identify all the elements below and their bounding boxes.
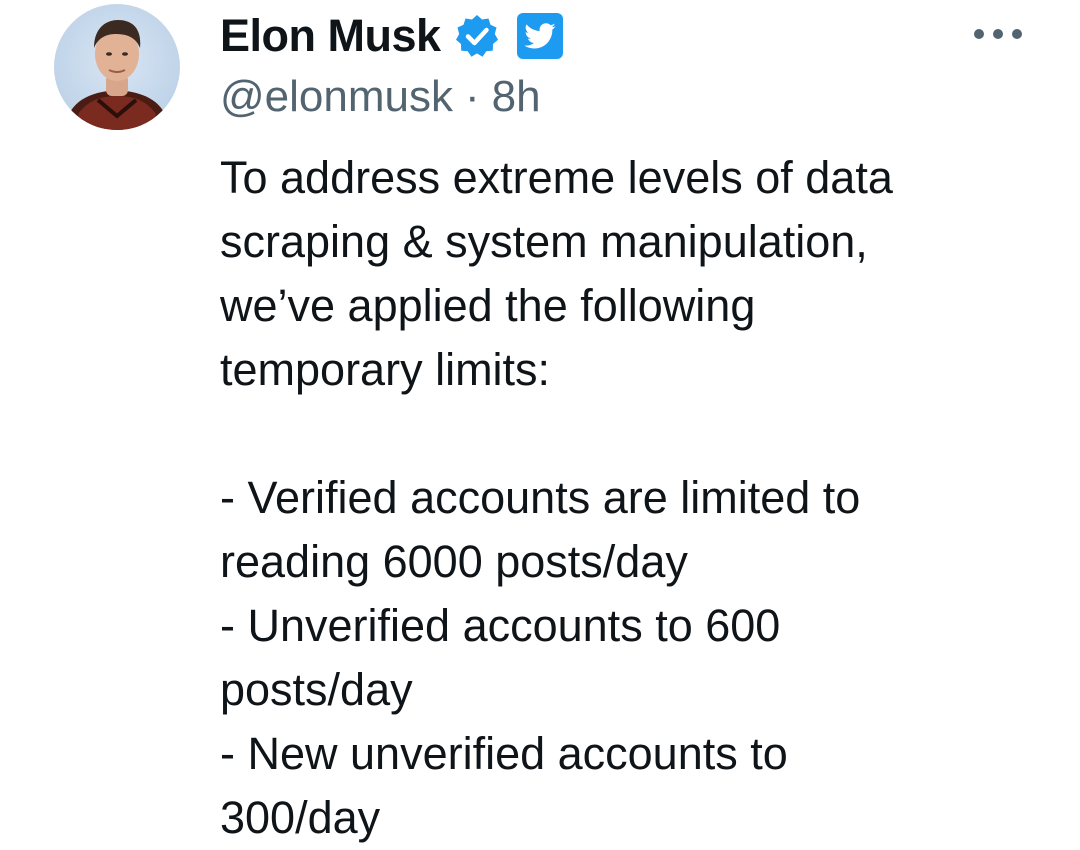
avatar[interactable] [54,4,180,130]
tweet-text-line: - New unverified accounts to [220,728,788,779]
tweet-text-line: scraping & system manipulation, [220,216,868,267]
tweet-text-line: reading 6000 posts/day [220,536,688,587]
meta-separator: · [464,72,480,121]
tweet-text: To address extreme levels of data scrapi… [220,146,1050,850]
tweet-text-line: posts/day [220,664,413,715]
tweet-text-line: - Unverified accounts to 600 [220,600,781,651]
author-handle[interactable]: @elonmusk [220,72,453,122]
profile-photo [64,20,170,130]
tweet-timestamp[interactable]: 8h [492,72,541,122]
tweet: Elon Musk @elonmusk · 8h To address extr… [0,0,1080,847]
verified-badge-icon[interactable] [453,12,501,60]
more-options-icon [974,29,1022,39]
author-header: Elon Musk [220,6,563,66]
more-options-button[interactable] [968,14,1028,54]
tweet-text-line: - Verified accounts are limited to [220,472,861,523]
tweet-text-line: To address extreme levels of data [220,152,893,203]
author-display-name[interactable]: Elon Musk [220,10,441,62]
tweet-meta: @elonmusk · 8h [220,72,541,122]
tweet-text-line: temporary limits: [220,344,551,395]
tweet-text-line: we’ve applied the following [220,280,756,331]
twitter-bird-icon[interactable] [516,13,563,59]
tweet-text-line: 300/day [220,792,381,843]
